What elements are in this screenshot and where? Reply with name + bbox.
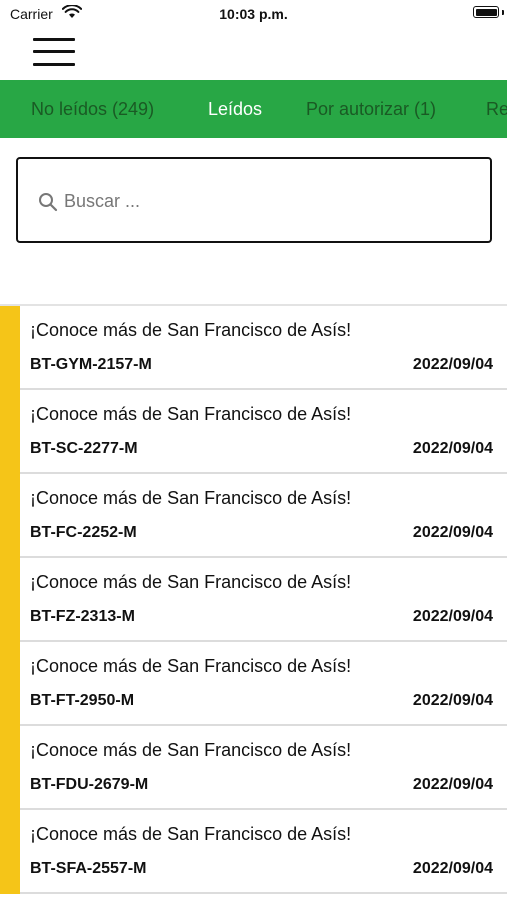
message-code: BT-FC-2252-M — [30, 524, 137, 541]
accent-bar — [0, 474, 20, 558]
list-item[interactable]: ¡Conoce más de San Francisco de Asís! BT… — [0, 726, 507, 810]
message-title: ¡Conoce más de San Francisco de Asís! — [30, 488, 352, 508]
message-code: BT-FT-2950-M — [30, 692, 135, 709]
search-input[interactable] — [64, 187, 464, 215]
message-code: BT-FDU-2679-M — [30, 776, 149, 793]
list-item[interactable]: ¡Conoce más de San Francisco de Asís! BT… — [0, 390, 507, 474]
search-box[interactable] — [16, 157, 492, 243]
battery-icon — [473, 6, 499, 18]
message-code: BT-SFA-2557-M — [30, 860, 147, 877]
message-title: ¡Conoce más de San Francisco de Asís! — [30, 572, 352, 592]
accent-bar — [0, 558, 20, 642]
message-title: ¡Conoce más de San Francisco de Asís! — [30, 656, 352, 676]
list-item[interactable]: ¡Conoce más de San Francisco de Asís! BT… — [0, 474, 507, 558]
message-code: BT-GYM-2157-M — [30, 356, 152, 373]
tab-no-leidos[interactable]: No leídos (249) — [31, 99, 154, 120]
message-title: ¡Conoce más de San Francisco de Asís! — [30, 404, 352, 424]
clock-time: 10:03 p.m. — [219, 6, 288, 22]
message-date: 2022/09/04 — [412, 860, 493, 877]
list-item[interactable]: ¡Conoce más de San Francisco de Asís! BT… — [0, 810, 507, 894]
message-date: 2022/09/04 — [412, 692, 493, 709]
hamburger-menu-icon[interactable] — [33, 36, 75, 68]
message-title: ¡Conoce más de San Francisco de Asís! — [30, 320, 352, 340]
message-title: ¡Conoce más de San Francisco de Asís! — [30, 740, 352, 760]
accent-bar — [0, 726, 20, 810]
list-item[interactable]: ¡Conoce más de San Francisco de Asís! BT… — [0, 558, 507, 642]
message-date: 2022/09/04 — [412, 776, 493, 793]
message-date: 2022/09/04 — [412, 356, 493, 373]
message-title: ¡Conoce más de San Francisco de Asís! — [30, 824, 352, 844]
status-bar: Carrier 10:03 p.m. — [0, 0, 507, 30]
message-code: BT-SC-2277-M — [30, 440, 138, 457]
accent-bar — [0, 810, 20, 894]
accent-bar — [0, 390, 20, 474]
accent-bar — [0, 642, 20, 726]
message-list: ¡Conoce más de San Francisco de Asís! BT… — [0, 306, 507, 894]
message-date: 2022/09/04 — [412, 524, 493, 541]
search-icon — [38, 192, 58, 217]
tab-re[interactable]: Re — [486, 99, 507, 120]
tab-leidos[interactable]: Leídos — [208, 99, 262, 120]
tab-por-autorizar[interactable]: Por autorizar (1) — [306, 99, 436, 120]
list-item[interactable]: ¡Conoce más de San Francisco de Asís! BT… — [0, 642, 507, 726]
accent-bar — [0, 306, 20, 390]
message-code: BT-FZ-2313-M — [30, 608, 135, 625]
message-date: 2022/09/04 — [412, 608, 493, 625]
list-item[interactable]: ¡Conoce más de San Francisco de Asís! BT… — [0, 306, 507, 390]
battery-tip — [502, 10, 504, 15]
message-date: 2022/09/04 — [412, 440, 493, 457]
tab-bar: No leídos (249) Leídos Por autorizar (1)… — [0, 80, 507, 138]
